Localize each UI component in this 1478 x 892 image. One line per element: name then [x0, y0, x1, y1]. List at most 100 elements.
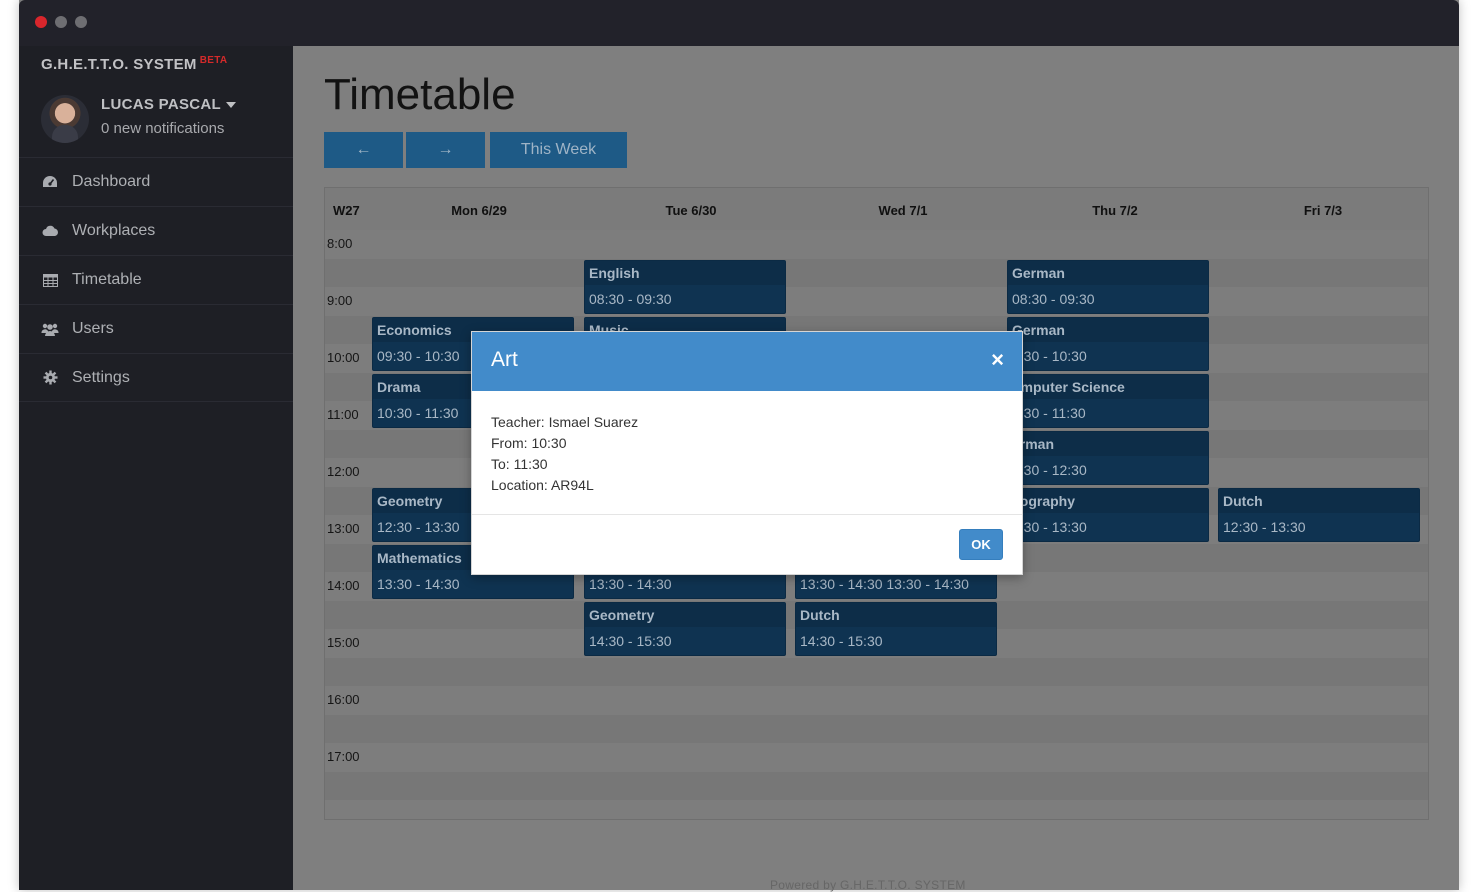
caret-down-icon: [226, 102, 236, 109]
day-header-wed: Wed 7/1: [878, 203, 928, 218]
event-block[interactable]: German 08:30 - 09:30: [1007, 260, 1209, 314]
time-label: 8:00: [327, 236, 353, 251]
sidebar-item-label: Users: [72, 320, 114, 337]
time-row-band: [325, 287, 1428, 316]
teacher-line: Teacher: Ismael Suarez: [491, 414, 639, 430]
event-time: 1:30 - 12:30: [1012, 462, 1087, 478]
modal-title: Art: [491, 348, 518, 371]
time-label: 14:00: [327, 578, 360, 593]
time-label: 9:00: [327, 293, 353, 308]
event-block[interactable]: erman 1:30 - 12:30: [1007, 431, 1209, 485]
time-label: 16:00: [327, 692, 360, 707]
event-modal: Art × Teacher: Ismael Suarez From: 10:30…: [471, 331, 1023, 575]
time-row-band: [325, 686, 1428, 715]
avatar[interactable]: [41, 95, 89, 143]
event-title: English: [585, 261, 785, 285]
time-row-band: [325, 771, 1428, 800]
event-block[interactable]: Dutch 12:30 - 13:30: [1218, 488, 1420, 542]
sidebar-item-workplaces[interactable]: Workplaces: [19, 206, 293, 255]
next-week-button[interactable]: →: [406, 132, 485, 168]
close-icon[interactable]: ×: [991, 349, 1004, 371]
event-block[interactable]: German 9:30 - 10:30: [1007, 317, 1209, 371]
modal-header: Art ×: [472, 332, 1022, 391]
event-time: 2:30 - 13:30: [1012, 519, 1087, 535]
brand-name: G.H.E.T.T.O. SYSTEM: [41, 56, 197, 73]
ok-button[interactable]: OK: [959, 529, 1003, 560]
event-block[interactable]: Geometry 14:30 - 15:30: [584, 602, 786, 656]
modal-footer: OK: [472, 514, 1022, 576]
user-name: LUCAS PASCAL: [101, 96, 221, 113]
time-label: 13:00: [327, 521, 360, 536]
event-time: 14:30 - 15:30: [800, 633, 883, 649]
window-titlebar: [19, 0, 1459, 46]
day-header-fri: Fri 7/3: [1303, 203, 1343, 218]
time-label: 17:00: [327, 749, 360, 764]
event-block[interactable]: Dutch 14:30 - 15:30: [795, 602, 997, 656]
event-time: 09:30 - 10:30: [377, 348, 460, 364]
modal-body: Teacher: Ismael Suarez From: 10:30 To: 1…: [491, 412, 638, 496]
week-number: W27: [333, 203, 360, 218]
event-time: 13:30 - 14:30: [589, 576, 672, 592]
event-time: 08:30 - 09:30: [1012, 291, 1095, 307]
to-line: To: 11:30: [491, 456, 548, 472]
event-time: 13:30 - 14:30 13:30 - 14:30: [800, 576, 969, 592]
close-window-button[interactable]: [35, 16, 47, 28]
event-title: Geometry: [585, 603, 785, 627]
from-line: From: 10:30: [491, 435, 567, 451]
time-row-band: [325, 230, 1428, 259]
this-week-button[interactable]: This Week: [490, 132, 627, 168]
time-row-band: [325, 657, 1428, 686]
event-time: 9:30 - 10:30: [1012, 348, 1087, 364]
event-time: 14:30 - 15:30: [589, 633, 672, 649]
day-header-thu: Thu 7/2: [1092, 203, 1138, 218]
timetable-header: W27 Mon 6/29 Tue 6/30 Wed 7/1 Thu 7/2 Fr…: [325, 188, 1428, 230]
users-icon: [41, 321, 59, 337]
maximize-window-button[interactable]: [75, 16, 87, 28]
event-block[interactable]: omputer Science 0:30 - 11:30: [1007, 374, 1209, 428]
sidebar-item-dashboard[interactable]: Dashboard: [19, 157, 293, 206]
brand[interactable]: G.H.E.T.T.O. SYSTEM BETA: [41, 55, 228, 73]
sidebar-item-label: Timetable: [72, 271, 142, 288]
user-menu-toggle[interactable]: LUCAS PASCAL: [101, 96, 236, 113]
event-title: Dutch: [1219, 489, 1419, 513]
event-time: 0:30 - 11:30: [1012, 405, 1086, 421]
dashboard-icon: [41, 174, 59, 190]
previous-week-button[interactable]: ←: [324, 132, 403, 168]
location-line: Location: AR94L: [491, 477, 594, 493]
sidebar-item-label: Workplaces: [72, 222, 156, 239]
time-label: 12:00: [327, 464, 360, 479]
sidebar-item-users[interactable]: Users: [19, 304, 293, 353]
sidebar-item-label: Dashboard: [72, 173, 151, 190]
event-time: 10:30 - 11:30: [377, 405, 459, 421]
event-title: German: [1008, 261, 1208, 285]
event-title: eography: [1008, 489, 1208, 513]
app-window: G.H.E.T.T.O. SYSTEM BETA LUCAS PASCAL 0 n…: [19, 0, 1459, 892]
minimize-window-button[interactable]: [55, 16, 67, 28]
time-row-band: [325, 800, 1428, 819]
time-row-band: [325, 258, 1428, 287]
event-block[interactable]: English 08:30 - 09:30: [584, 260, 786, 314]
sidebar-item-label: Settings: [72, 368, 130, 386]
sidebar-item-settings[interactable]: Settings: [19, 353, 293, 402]
time-label: 11:00: [327, 407, 359, 422]
time-row-band: [325, 714, 1428, 743]
event-title: omputer Science: [1008, 375, 1208, 399]
event-time: 08:30 - 09:30: [589, 291, 672, 307]
event-time: 12:30 - 13:30: [1223, 519, 1306, 535]
event-title: Dutch: [796, 603, 996, 627]
beta-badge: BETA: [199, 55, 228, 66]
table-icon: [41, 272, 59, 288]
event-title: German: [1008, 318, 1208, 342]
sidebar-nav: Dashboard Workplaces Timetable Users Set…: [19, 157, 293, 402]
page-title: Timetable: [324, 70, 516, 119]
day-header-tue: Tue 6/30: [665, 203, 717, 218]
event-time: 12:30 - 13:30: [377, 519, 460, 535]
sidebar-item-timetable[interactable]: Timetable: [19, 255, 293, 304]
event-block[interactable]: eography 2:30 - 13:30: [1007, 488, 1209, 542]
time-row-band: [325, 743, 1428, 772]
event-title: erman: [1008, 432, 1208, 456]
event-time: 13:30 - 14:30: [377, 576, 460, 592]
day-header-mon: Mon 6/29: [451, 203, 507, 218]
gear-icon: [41, 370, 59, 386]
notifications-link[interactable]: 0 new notifications: [101, 120, 224, 137]
